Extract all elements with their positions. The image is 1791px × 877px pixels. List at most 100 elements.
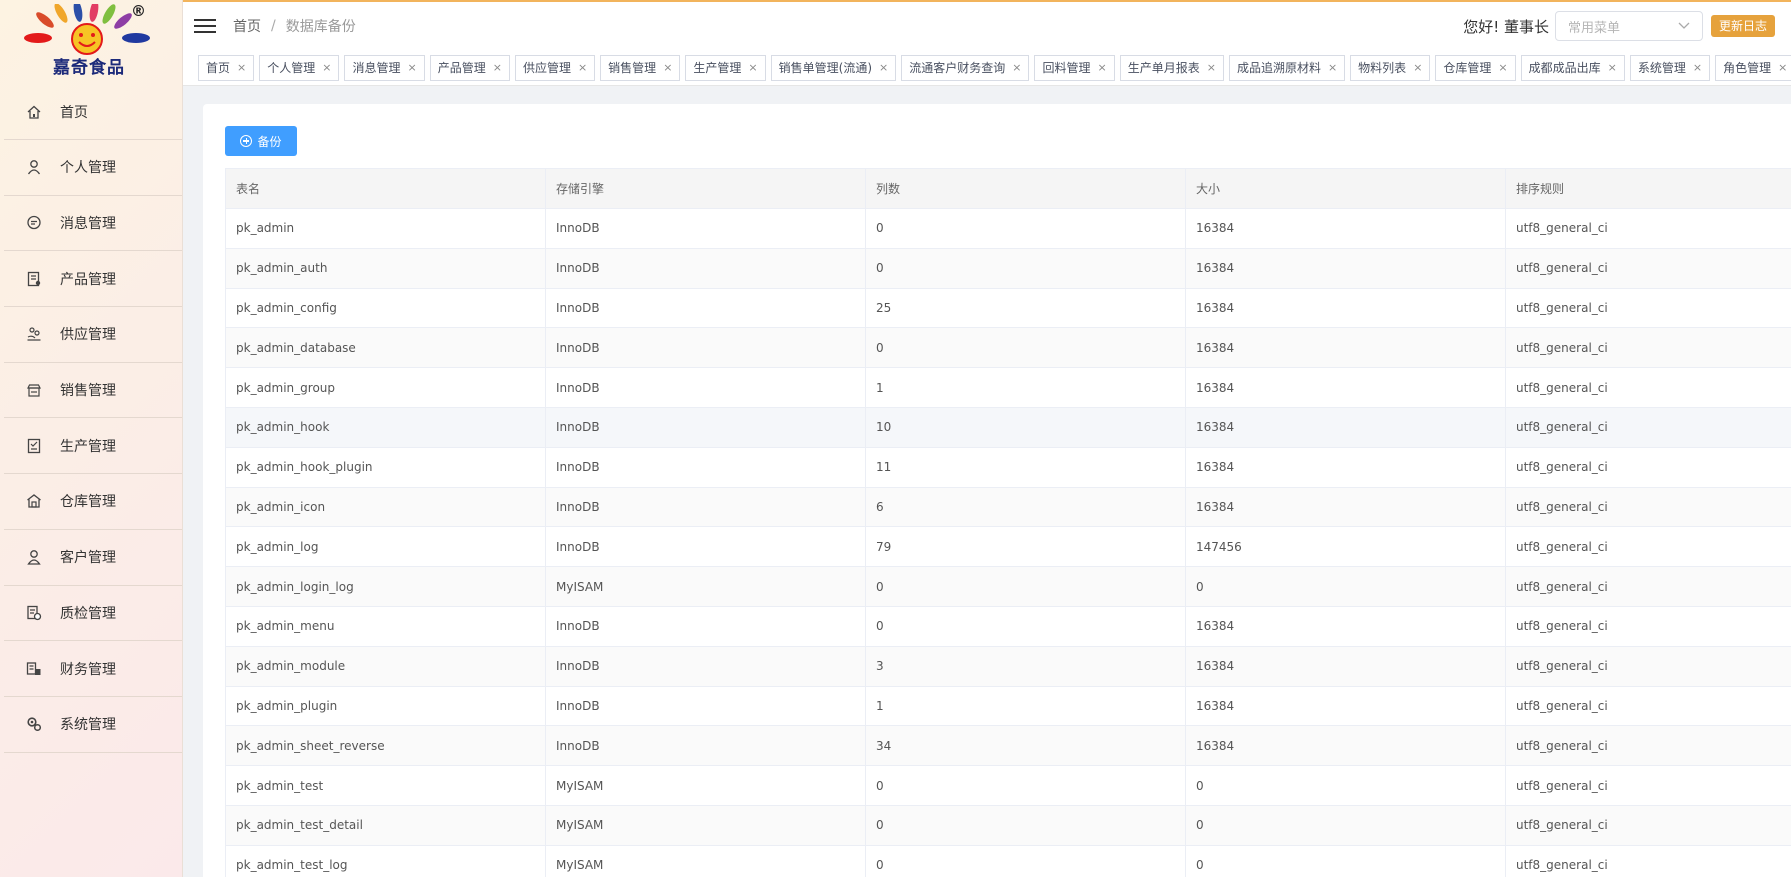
sidebar-item-label: 生产管理 (60, 438, 116, 455)
tab-tag[interactable]: 消息管理 × (344, 54, 425, 81)
table-cell: utf8_general_ci (1505, 486, 1791, 528)
sidebar-item-warehouse[interactable]: 仓库管理 (4, 474, 182, 530)
menu-toggle-icon[interactable] (194, 15, 216, 37)
tab-tag[interactable]: 生产单月报表 × (1119, 54, 1224, 81)
close-icon[interactable]: × (1328, 56, 1337, 80)
table-cell: MyISAM (545, 844, 866, 877)
tab-tag-label: 生产单月报表 (1127, 60, 1200, 75)
tab-tag[interactable]: 个人管理 × (259, 54, 340, 81)
tab-tag[interactable]: 生产管理 × (685, 54, 766, 81)
close-icon[interactable]: × (1778, 56, 1787, 80)
table-cell: 6 (865, 486, 1186, 528)
table-cell: pk_admin_hook_plugin (225, 446, 546, 488)
tab-tag[interactable]: 物料列表 × (1350, 54, 1431, 81)
table-row[interactable]: pk_admin_plugin InnoDB 1 16384 utf8_general_… (225, 685, 1791, 727)
table-cell: 16384 (1185, 327, 1506, 369)
tab-tag[interactable]: 销售单管理(流通) × (770, 54, 897, 81)
close-icon[interactable]: × (663, 56, 672, 80)
table-row[interactable]: pk_admin_config InnoDB 25 16384 utf8_general… (225, 287, 1791, 329)
close-icon[interactable]: × (1097, 56, 1106, 80)
tab-tag[interactable]: 供应管理 × (514, 54, 596, 81)
table-row[interactable]: pk_admin_sheet_reverse InnoDB 34 16384 utf8_… (225, 725, 1791, 767)
tab-tag[interactable]: 系统管理 × (1629, 54, 1711, 81)
tab-tag[interactable]: 回料管理 × (1034, 54, 1115, 81)
table-cell: utf8_general_ci (1505, 804, 1791, 846)
table-row[interactable]: pk_admin_test_detail MyISAM 0 0 utf8_general… (225, 804, 1791, 846)
close-icon[interactable]: × (237, 56, 246, 80)
table-cell: 16384 (1185, 406, 1506, 448)
table-row[interactable]: pk_admin InnoDB 0 16384 utf8_general_ci (225, 208, 1791, 249)
table-row[interactable]: pk_admin_test MyISAM 0 0 utf8_general_ci (225, 765, 1791, 806)
tab-tag-label: 系统管理 (1637, 60, 1686, 75)
close-icon[interactable]: × (322, 56, 331, 80)
sidebar-item-finance[interactable]: 财务管理 (4, 641, 182, 697)
table-cell: utf8_general_ci (1505, 446, 1791, 488)
sidebar-item-production[interactable]: 生产管理 (4, 418, 182, 475)
table-cell: utf8_general_ci (1505, 247, 1791, 289)
breadcrumb-home[interactable]: 首页 (233, 16, 261, 36)
tab-tag[interactable]: 仓库管理 × (1435, 54, 1516, 81)
table-cell: 147456 (1185, 526, 1506, 568)
close-icon[interactable]: × (1693, 56, 1702, 80)
common-menu-select[interactable]: 常用菜单 (1554, 11, 1703, 41)
table-cell: 0 (1185, 844, 1506, 877)
table-row[interactable]: pk_admin_menu InnoDB 0 16384 utf8_general_ci (225, 605, 1791, 647)
table-row[interactable]: pk_admin_log InnoDB 79 147456 utf8_general_c… (225, 526, 1791, 568)
backup-button[interactable]: 备份 (225, 126, 297, 156)
table-row[interactable]: pk_admin_hook InnoDB 10 16384 utf8_general_c… (225, 406, 1791, 448)
sidebar-item-user[interactable]: 个人管理 (4, 140, 182, 196)
sidebar-item-sales[interactable]: 销售管理 (4, 363, 182, 419)
table-row[interactable]: pk_admin_group InnoDB 1 16384 utf8_general_c… (225, 367, 1791, 408)
sidebar-item-label: 客户管理 (60, 550, 116, 567)
table-cell: 0 (1185, 566, 1506, 607)
tab-tag[interactable]: 首页 × (198, 54, 255, 81)
close-icon[interactable]: × (1608, 56, 1617, 80)
table-row[interactable]: pk_admin_auth InnoDB 0 16384 utf8_general_ci (225, 247, 1791, 289)
table-row[interactable]: pk_admin_database InnoDB 0 16384 utf8_genera… (225, 327, 1791, 369)
tab-tag[interactable]: 产品管理 × (429, 54, 510, 81)
tab-tag-label: 销售单管理(流通) (778, 60, 873, 75)
sidebar-item-customer[interactable]: 客户管理 (4, 530, 182, 586)
tab-tag-label: 生产管理 (693, 60, 742, 75)
close-icon[interactable]: × (748, 56, 757, 80)
logo[interactable]: ® 嘉奇食品 (0, 0, 182, 84)
table-cell: utf8_general_ci (1505, 327, 1791, 369)
close-icon[interactable]: × (1498, 56, 1507, 80)
sidebar-item-home[interactable]: 首页 (4, 84, 182, 140)
tab-tag[interactable]: 成都成品出库 × (1520, 54, 1625, 81)
tab-tag[interactable]: 角色管理 × (1715, 54, 1791, 81)
sidebar-item-message[interactable]: 消息管理 (4, 196, 182, 252)
table-cell: utf8_general_ci (1505, 844, 1791, 877)
close-icon[interactable]: × (493, 56, 502, 80)
table-cell: pk_admin_menu (225, 605, 546, 647)
table-cell: pk_admin (225, 208, 546, 249)
table-cell: InnoDB (545, 406, 866, 448)
table-cell: 16384 (1185, 287, 1506, 329)
tab-tag[interactable]: 销售管理 × (600, 54, 681, 81)
table-row[interactable]: pk_admin_hook_plugin InnoDB 11 16384 utf8_ge… (225, 446, 1791, 488)
tab-tag-label: 流通客户财务查询 (909, 60, 1006, 75)
table-row[interactable]: pk_admin_test_log MyISAM 0 0 utf8_general_ci (225, 844, 1791, 877)
close-icon[interactable]: × (1413, 56, 1422, 80)
tab-tag-label: 供应管理 (522, 60, 571, 75)
close-icon[interactable]: × (407, 56, 416, 80)
sidebar-item-product[interactable]: 产品管理 (4, 251, 182, 308)
close-icon[interactable]: × (1207, 56, 1216, 80)
close-icon[interactable]: × (879, 56, 888, 80)
table-cell: 0 (865, 804, 1186, 846)
table-cell: utf8_general_ci (1505, 605, 1791, 647)
breadcrumb-current: 数据库备份 (285, 19, 356, 35)
tab-tag[interactable]: 流通客户财务查询 × (901, 54, 1030, 81)
table-row[interactable]: pk_admin_module InnoDB 3 16384 utf8_general_… (225, 645, 1791, 687)
finance-icon (24, 659, 44, 679)
tab-tag[interactable]: 成品追溯原材料 × (1228, 54, 1346, 81)
sidebar-item-supply[interactable]: 供应管理 (4, 307, 182, 363)
sidebar-item-quality[interactable]: 质检管理 (4, 586, 182, 642)
close-icon[interactable]: × (1012, 56, 1021, 80)
table-cell: 11 (865, 446, 1186, 488)
table-row[interactable]: pk_admin_login_log MyISAM 0 0 utf8_general_c… (225, 566, 1791, 607)
table-row[interactable]: pk_admin_icon InnoDB 6 16384 utf8_general_ci (225, 486, 1791, 528)
update-log-button[interactable]: 更新日志 (1710, 15, 1775, 37)
close-icon[interactable]: × (578, 56, 587, 80)
sidebar-item-settings[interactable]: 系统管理 (4, 697, 182, 753)
